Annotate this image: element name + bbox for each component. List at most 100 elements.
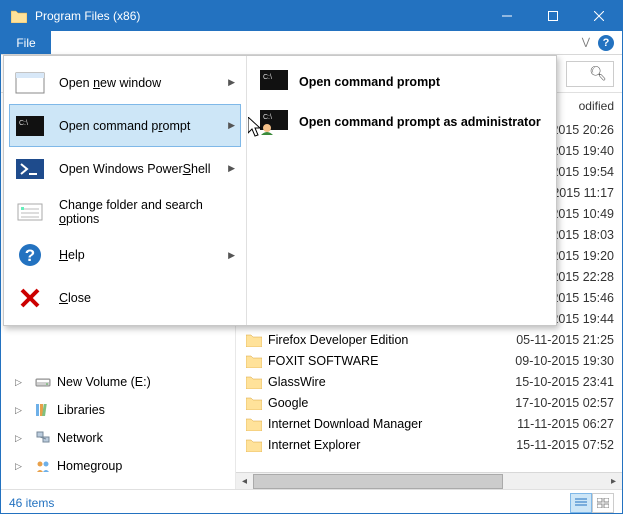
nav-label: New Volume (E:) — [57, 375, 151, 389]
file-date: 15-10-2015 23:41 — [515, 375, 614, 389]
file-menu: Open new window ▶ C:\ Open command promp… — [3, 55, 557, 326]
file-date: 15-11-2015 07:52 — [516, 438, 614, 452]
close-icon — [15, 285, 45, 311]
list-item[interactable]: GlassWire15-10-2015 23:41 — [236, 371, 622, 392]
details-view-button[interactable] — [570, 493, 592, 513]
file-date: 2015 10:49 — [551, 207, 614, 221]
minimize-button[interactable] — [484, 1, 530, 31]
nav-label: Libraries — [57, 403, 105, 417]
nav-item-libraries[interactable]: ▷ Libraries — [1, 399, 235, 421]
chevron-right-icon: ▶ — [228, 77, 235, 88]
window-title: Program Files (x86) — [35, 9, 484, 23]
chevron-right-icon[interactable]: ▷ — [15, 405, 25, 416]
search-icon: 🔍︎ — [589, 65, 607, 82]
submenu-open-cmd[interactable]: C:\ Open command prompt — [253, 62, 550, 102]
file-submenu: C:\ Open command prompt C:\ Open command… — [246, 56, 556, 325]
network-icon — [35, 430, 51, 446]
nav-label: Network — [57, 431, 103, 445]
folder-icon — [246, 396, 262, 410]
cursor-icon — [248, 117, 266, 139]
list-item[interactable]: Firefox Developer Edition05-11-2015 21:2… — [236, 329, 622, 350]
scrollbar-thumb[interactable] — [253, 474, 503, 489]
window-controls — [484, 1, 622, 31]
svg-text:?: ? — [25, 246, 35, 265]
list-item[interactable]: Google17-10-2015 02:57 — [236, 392, 622, 413]
menu-open-command-prompt[interactable]: C:\ Open command prompt ▶ — [9, 104, 241, 147]
svg-text:C:\: C:\ — [263, 74, 272, 81]
file-date: 2015 18:03 — [551, 228, 614, 242]
cmd-icon: C:\ — [259, 69, 289, 95]
drive-icon — [35, 374, 51, 390]
folder-icon — [246, 438, 262, 452]
menu-open-powershell[interactable]: Open Windows PowerShell ▶ — [9, 147, 241, 190]
chevron-right-icon: ▶ — [228, 250, 235, 261]
ribbon-expand-icon[interactable]: ⋁ — [582, 37, 590, 48]
scroll-right-icon[interactable]: ▸ — [605, 476, 622, 487]
file-date: 2015 22:28 — [551, 270, 614, 284]
scroll-left-icon[interactable]: ◂ — [236, 476, 253, 487]
file-date: 2015 19:20 — [551, 249, 614, 263]
menu-close[interactable]: Close — [9, 277, 241, 320]
file-date: 2015 20:26 — [551, 123, 614, 137]
chevron-right-icon[interactable]: ▷ — [15, 377, 25, 388]
nav-label: Homegroup — [57, 459, 122, 473]
icons-view-button[interactable] — [592, 493, 614, 513]
file-date: 2015 19:40 — [551, 144, 614, 158]
libraries-icon — [35, 402, 51, 418]
item-count: 46 items — [9, 496, 54, 510]
menu-help[interactable]: ? Help ▶ — [9, 234, 241, 277]
file-name: Firefox Developer Edition — [268, 333, 516, 347]
ribbon: File ⋁ ? — [1, 31, 622, 55]
submenu-label: Open command prompt as administrator — [299, 115, 541, 129]
menu-label: Change folder and search options — [59, 198, 235, 226]
menu-label: Help — [59, 248, 214, 262]
folder-icon — [11, 9, 27, 23]
file-date: 17-10-2015 02:57 — [515, 396, 614, 410]
folder-icon — [246, 354, 262, 368]
options-icon — [15, 199, 45, 225]
window-icon — [15, 70, 45, 96]
titlebar[interactable]: Program Files (x86) — [1, 1, 622, 31]
statusbar: 46 items — [1, 489, 622, 515]
help-icon[interactable]: ? — [598, 35, 614, 51]
folder-icon — [246, 333, 262, 347]
folder-icon — [246, 375, 262, 389]
file-date: 2015 15:46 — [551, 291, 614, 305]
file-name: Google — [268, 396, 515, 410]
menu-label: Open command prompt — [59, 119, 214, 133]
list-item[interactable]: Internet Download Manager11-11-2015 06:2… — [236, 413, 622, 434]
list-item[interactable]: FOXIT SOFTWARE09-10-2015 19:30 — [236, 350, 622, 371]
file-date: 11-11-2015 06:27 — [517, 417, 614, 431]
submenu-open-cmd-admin[interactable]: C:\ Open command prompt as administrator — [253, 102, 550, 142]
file-date: 09-10-2015 19:30 — [515, 354, 614, 368]
nav-item-network[interactable]: ▷ Network — [1, 427, 235, 449]
menu-label: Close — [59, 291, 235, 305]
column-date-modified[interactable]: odified — [579, 99, 614, 113]
chevron-right-icon[interactable]: ▷ — [15, 461, 25, 472]
maximize-button[interactable] — [530, 1, 576, 31]
search-input[interactable]: 🔍︎ — [566, 61, 614, 87]
folder-icon — [246, 417, 262, 431]
chevron-right-icon[interactable]: ▷ — [15, 433, 25, 444]
file-name: GlassWire — [268, 375, 515, 389]
cmd-icon: C:\ — [15, 113, 45, 139]
help-icon: ? — [15, 242, 45, 268]
file-date: 05-11-2015 21:25 — [516, 333, 614, 347]
nav-item-volume[interactable]: ▷ New Volume (E:) — [1, 371, 235, 393]
menu-label: Open Windows PowerShell — [59, 162, 214, 176]
file-name: Internet Explorer — [268, 438, 516, 452]
menu-folder-options[interactable]: Change folder and search options — [9, 191, 241, 234]
svg-text:C:\: C:\ — [19, 120, 28, 127]
nav-item-homegroup[interactable]: ▷ Homegroup — [1, 455, 235, 477]
close-button[interactable] — [576, 1, 622, 31]
file-tab[interactable]: File — [1, 31, 51, 54]
file-date: 2015 19:54 — [551, 165, 614, 179]
file-name: Internet Download Manager — [268, 417, 517, 431]
file-date: 2015 11:17 — [552, 186, 614, 200]
list-item[interactable]: Internet Explorer15-11-2015 07:52 — [236, 434, 622, 455]
chevron-right-icon: ▶ — [228, 120, 235, 131]
horizontal-scrollbar[interactable]: ◂ ▸ — [236, 472, 622, 489]
menu-open-new-window[interactable]: Open new window ▶ — [9, 61, 241, 104]
chevron-right-icon: ▶ — [228, 163, 235, 174]
homegroup-icon — [35, 458, 51, 474]
